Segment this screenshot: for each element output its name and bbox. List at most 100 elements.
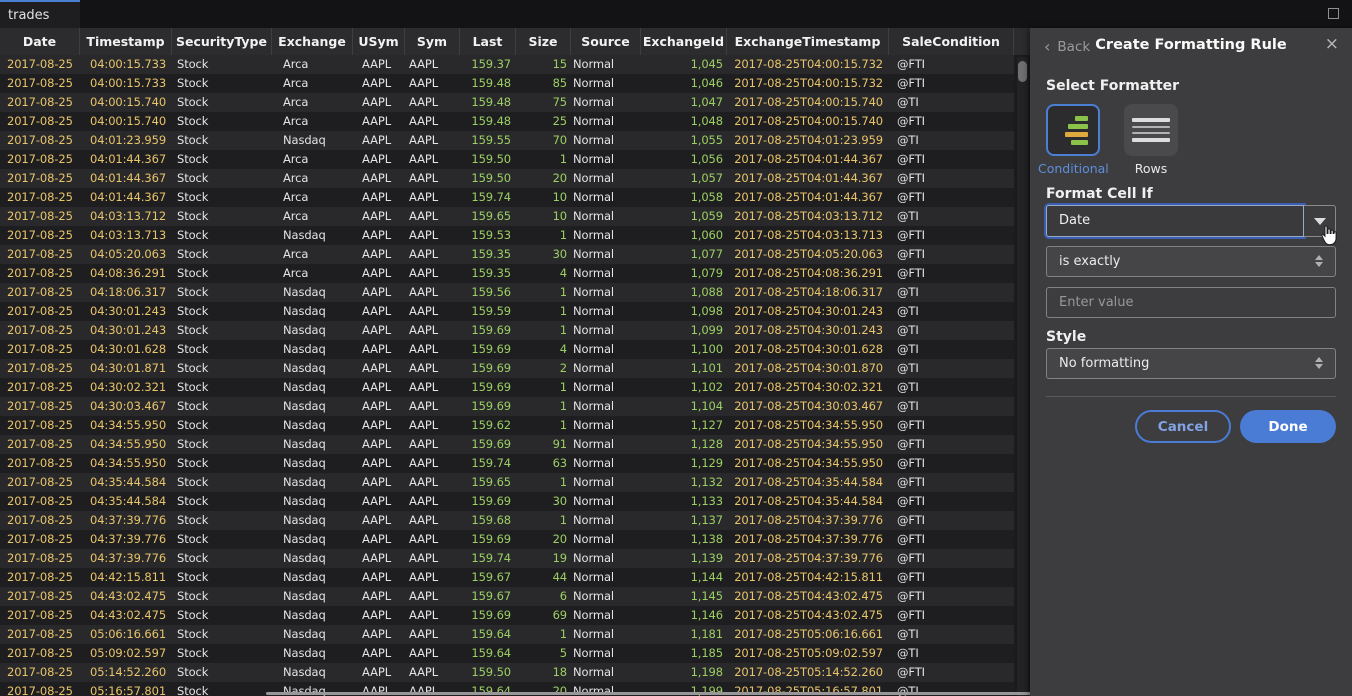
- table-row[interactable]: 2017-08-2504:01:44.367StockArcaAAPLAAPL1…: [0, 169, 1014, 188]
- cell[interactable]: Normal: [571, 245, 641, 264]
- column-header-timestamp[interactable]: Timestamp: [80, 28, 172, 55]
- cell[interactable]: Stock: [172, 340, 272, 359]
- cell[interactable]: 2017-08-25: [0, 321, 80, 340]
- cell[interactable]: Stock: [172, 549, 272, 568]
- cell[interactable]: Stock: [172, 568, 272, 587]
- cell[interactable]: 1,181: [641, 625, 727, 644]
- cell[interactable]: @TI: [889, 644, 1014, 663]
- cell[interactable]: 10: [516, 207, 571, 226]
- table-row[interactable]: 2017-08-2504:30:01.243StockNasdaqAAPLAAP…: [0, 302, 1014, 321]
- cell[interactable]: 20: [516, 530, 571, 549]
- cell[interactable]: 1,048: [641, 112, 727, 131]
- cell[interactable]: 159.69: [460, 530, 516, 549]
- cell[interactable]: 1,099: [641, 321, 727, 340]
- cell[interactable]: Normal: [571, 568, 641, 587]
- cell[interactable]: 30: [516, 492, 571, 511]
- cell[interactable]: 159.35: [460, 245, 516, 264]
- cell[interactable]: 2017-08-25T04:03:13.713: [727, 226, 889, 245]
- cell[interactable]: 159.69: [460, 378, 516, 397]
- vertical-scrollbar-thumb[interactable]: [1018, 61, 1027, 82]
- cell[interactable]: 75: [516, 93, 571, 112]
- cell[interactable]: @FTI: [889, 150, 1014, 169]
- cell[interactable]: 1,129: [641, 454, 727, 473]
- cell[interactable]: Arca: [272, 264, 353, 283]
- cell[interactable]: 1,127: [641, 416, 727, 435]
- cell[interactable]: Stock: [172, 492, 272, 511]
- cell[interactable]: Normal: [571, 492, 641, 511]
- cell[interactable]: AAPL: [353, 587, 405, 606]
- cell[interactable]: Stock: [172, 416, 272, 435]
- cell[interactable]: Stock: [172, 682, 272, 696]
- cell[interactable]: 30: [516, 245, 571, 264]
- cell[interactable]: 2017-08-25: [0, 359, 80, 378]
- cell[interactable]: 04:37:39.776: [80, 549, 172, 568]
- cell[interactable]: 1: [516, 302, 571, 321]
- cell[interactable]: Nasdaq: [272, 568, 353, 587]
- close-icon[interactable]: ×: [1325, 36, 1339, 53]
- value-input[interactable]: [1046, 287, 1336, 318]
- cell[interactable]: 18: [516, 663, 571, 682]
- table-row[interactable]: 2017-08-2504:42:15.811StockNasdaqAAPLAAP…: [0, 568, 1014, 587]
- cell[interactable]: 159.48: [460, 74, 516, 93]
- cell[interactable]: AAPL: [405, 150, 460, 169]
- cell[interactable]: Arca: [272, 169, 353, 188]
- cell[interactable]: 04:18:06.317: [80, 283, 172, 302]
- cell[interactable]: AAPL: [405, 606, 460, 625]
- cell[interactable]: 1: [516, 150, 571, 169]
- cell[interactable]: AAPL: [405, 397, 460, 416]
- cell[interactable]: AAPL: [405, 340, 460, 359]
- cell[interactable]: AAPL: [405, 454, 460, 473]
- cell[interactable]: AAPL: [405, 283, 460, 302]
- cell[interactable]: AAPL: [405, 435, 460, 454]
- table-row[interactable]: 2017-08-2504:37:39.776StockNasdaqAAPLAAP…: [0, 530, 1014, 549]
- cell[interactable]: Normal: [571, 549, 641, 568]
- cell[interactable]: @FTI: [889, 169, 1014, 188]
- cell[interactable]: Nasdaq: [272, 530, 353, 549]
- cell[interactable]: 159.69: [460, 397, 516, 416]
- cell[interactable]: 159.65: [460, 207, 516, 226]
- cell[interactable]: @FTI: [889, 663, 1014, 682]
- cell[interactable]: AAPL: [405, 663, 460, 682]
- table-row[interactable]: 2017-08-2504:37:39.776StockNasdaqAAPLAAP…: [0, 511, 1014, 530]
- cell[interactable]: Nasdaq: [272, 454, 353, 473]
- cell[interactable]: AAPL: [405, 587, 460, 606]
- table-row[interactable]: 2017-08-2504:30:02.321StockNasdaqAAPLAAP…: [0, 378, 1014, 397]
- cell[interactable]: AAPL: [353, 340, 405, 359]
- cell[interactable]: @FTI: [889, 416, 1014, 435]
- cell[interactable]: 2017-08-25: [0, 74, 80, 93]
- cell[interactable]: Normal: [571, 511, 641, 530]
- cell[interactable]: Stock: [172, 264, 272, 283]
- cell[interactable]: AAPL: [353, 473, 405, 492]
- cell[interactable]: AAPL: [405, 245, 460, 264]
- cell[interactable]: @TI: [889, 625, 1014, 644]
- cell[interactable]: 2017-08-25: [0, 587, 80, 606]
- formatter-option-rows[interactable]: [1124, 104, 1178, 156]
- cell[interactable]: 2017-08-25T04:01:44.367: [727, 188, 889, 207]
- column-combo-dropdown-button[interactable]: [1304, 205, 1336, 237]
- cell[interactable]: @FTI: [889, 226, 1014, 245]
- table-row[interactable]: 2017-08-2504:35:44.584StockNasdaqAAPLAAP…: [0, 492, 1014, 511]
- cell[interactable]: Nasdaq: [272, 435, 353, 454]
- cell[interactable]: 2017-08-25: [0, 188, 80, 207]
- cell[interactable]: AAPL: [405, 644, 460, 663]
- cell[interactable]: @FTI: [889, 454, 1014, 473]
- cell[interactable]: 159.64: [460, 644, 516, 663]
- cell[interactable]: 2017-08-25: [0, 245, 80, 264]
- cell[interactable]: 05:09:02.597: [80, 644, 172, 663]
- cell[interactable]: 159.74: [460, 549, 516, 568]
- cell[interactable]: AAPL: [405, 55, 460, 74]
- cell[interactable]: AAPL: [353, 492, 405, 511]
- cell[interactable]: 1: [516, 226, 571, 245]
- cell[interactable]: Normal: [571, 188, 641, 207]
- cell[interactable]: @FTI: [889, 245, 1014, 264]
- cell[interactable]: 2017-08-25: [0, 454, 80, 473]
- cell[interactable]: 1,198: [641, 663, 727, 682]
- formatter-label-rows[interactable]: Rows: [1124, 161, 1178, 176]
- cell[interactable]: 2017-08-25T04:01:23.959: [727, 131, 889, 150]
- cell[interactable]: 04:05:20.063: [80, 245, 172, 264]
- cell[interactable]: 2017-08-25T04:42:15.811: [727, 568, 889, 587]
- cell[interactable]: Nasdaq: [272, 378, 353, 397]
- cell[interactable]: @TI: [889, 207, 1014, 226]
- cell[interactable]: Normal: [571, 55, 641, 74]
- cell[interactable]: Normal: [571, 644, 641, 663]
